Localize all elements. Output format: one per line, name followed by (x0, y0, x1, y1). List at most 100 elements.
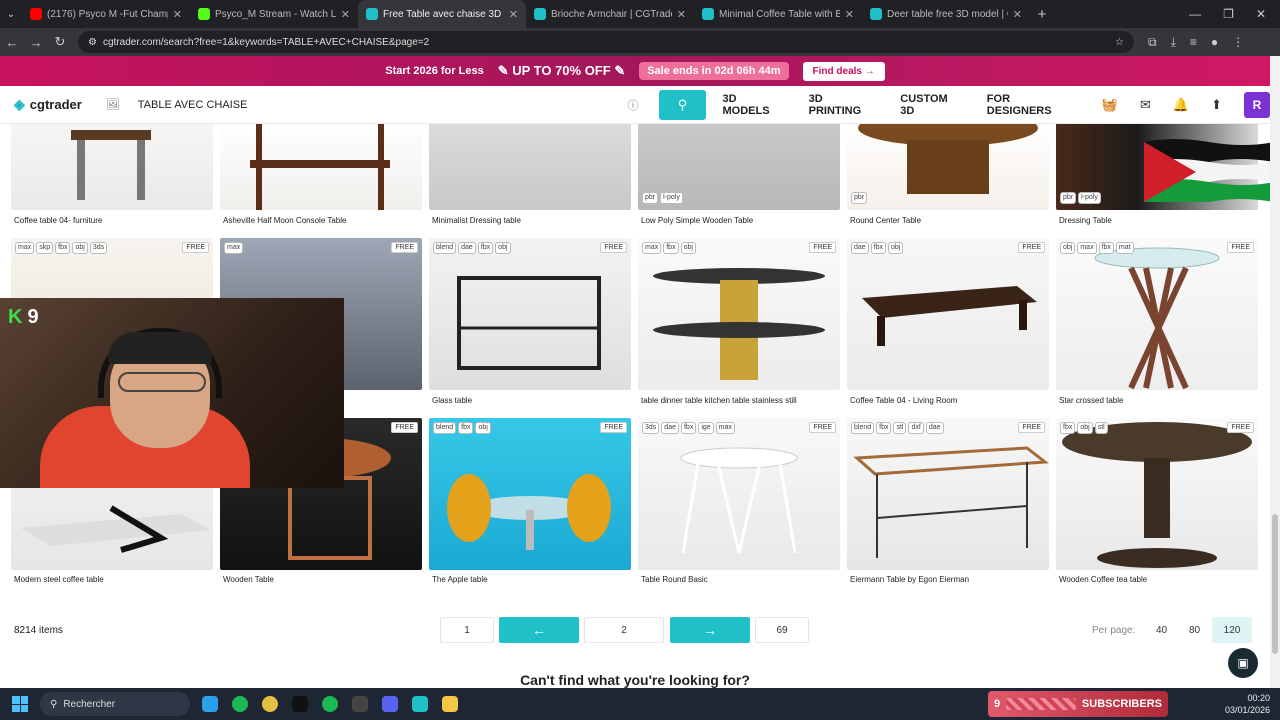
browser-tab[interactable]: (2176) Psyco M -Fut Champ ep ✕ (22, 0, 190, 28)
url-text[interactable]: cgtrader.com/search?free=1&keywords=TABL… (103, 37, 1109, 48)
app-icon[interactable] (412, 696, 428, 712)
reload-icon[interactable]: ↻ (48, 34, 72, 50)
obs-icon[interactable] (352, 696, 368, 712)
product-thumbnail[interactable] (1056, 238, 1258, 390)
nav-item[interactable]: 3D PRINTING (809, 93, 879, 117)
product-thumbnail[interactable] (429, 418, 631, 570)
basket-icon[interactable]: 🧺 (1102, 97, 1118, 113)
page-2-button[interactable]: 2 (584, 617, 664, 643)
download-icon[interactable]: ⤓ (1171, 35, 1176, 50)
product-title[interactable]: Coffee Table 04 - Living Room (850, 396, 957, 405)
page-scrollbar[interactable] (1270, 56, 1280, 688)
chat-support-icon[interactable]: ▣ (1228, 648, 1258, 678)
back-icon[interactable]: ← (0, 35, 24, 50)
browser-tab[interactable]: Minimal Coffee Table with Boo ✕ (694, 0, 862, 28)
bell-icon[interactable]: 🔔 (1173, 97, 1189, 113)
new-tab-button[interactable]: + (1030, 6, 1054, 23)
next-page-button[interactable]: → (670, 617, 750, 643)
scrollbar-thumb[interactable] (1272, 514, 1278, 654)
product-title[interactable]: Low Poly Simple Wooden Table (641, 216, 753, 225)
bookmark-star-icon[interactable]: ☆ (1115, 37, 1124, 48)
extensions-icon[interactable]: ⧉ (1148, 35, 1157, 50)
restore-icon[interactable]: ❐ (1223, 7, 1234, 21)
nav-item[interactable]: CUSTOM 3D (900, 93, 965, 117)
product-thumbnail[interactable] (11, 124, 213, 210)
browser-menu-icon[interactable]: ⋮ (1232, 35, 1244, 49)
product-thumbnail[interactable] (638, 238, 840, 390)
spotify-icon[interactable] (232, 696, 248, 712)
product-thumbnail[interactable] (1056, 418, 1258, 570)
product-thumbnail[interactable] (638, 418, 840, 570)
close-window-icon[interactable]: ✕ (1256, 7, 1266, 21)
tab-close-icon[interactable]: ✕ (173, 8, 182, 21)
tab-close-icon[interactable]: ✕ (845, 8, 854, 21)
product-title[interactable]: Glass table (432, 396, 472, 405)
tab-close-icon[interactable]: ✕ (341, 8, 350, 21)
minimize-icon[interactable]: — (1189, 7, 1201, 21)
product-title[interactable]: Wooden Coffee tea table (1059, 575, 1147, 584)
profile-icon[interactable]: ● (1211, 35, 1218, 49)
forward-icon[interactable]: → (24, 35, 48, 50)
tiktok-icon[interactable] (292, 696, 308, 712)
product-title[interactable]: Wooden Table (223, 575, 274, 584)
discord-icon[interactable] (382, 696, 398, 712)
format-badge: obj (495, 242, 511, 254)
product-title[interactable]: Modern steel coffee table (14, 575, 104, 584)
search-button[interactable]: ⚲ (658, 89, 707, 120)
per-page-40[interactable]: 40 (1156, 625, 1167, 636)
product-title[interactable]: Table Round Basic (641, 575, 708, 584)
taskbar-search[interactable]: ⚲ Rechercher (40, 692, 190, 716)
upload-icon[interactable]: ⬆ (1211, 97, 1222, 113)
nav-item[interactable]: FOR DESIGNERS (987, 93, 1078, 117)
search-input[interactable]: TABLE AVEC CHAISE (138, 99, 618, 111)
product-thumbnail[interactable] (429, 238, 631, 390)
page-1-button[interactable]: 1 (440, 617, 494, 643)
chrome-icon[interactable] (262, 696, 278, 712)
browser-tab[interactable]: Free Table avec chaise 3D Mode ✕ (358, 0, 526, 28)
tab-search-dropdown-icon[interactable]: ⌄ (0, 9, 22, 20)
file-explorer-icon[interactable] (442, 696, 458, 712)
product-title[interactable]: table dinner table kitchen table stainle… (641, 396, 797, 405)
cgtrader-logo[interactable]: ◈ cgtrader (14, 96, 82, 113)
browser-tab[interactable]: Deer table free 3D model | CG ✕ (862, 0, 1030, 28)
product-title[interactable]: The Apple table (432, 575, 488, 584)
product-title[interactable]: Star crossed table (1059, 396, 1123, 405)
product-title[interactable]: Eiermann Table by Egon Eierman (850, 575, 969, 584)
spotify-2-icon[interactable] (322, 696, 338, 712)
free-badge: FREE (1227, 422, 1254, 433)
product-title[interactable]: Coffee table 04- furniture (14, 216, 102, 225)
image-search-icon[interactable]: 🖼 (106, 98, 120, 111)
site-info-icon[interactable]: ⚙ (88, 37, 97, 48)
tab-close-icon[interactable]: ✕ (1013, 8, 1022, 21)
page-69-button[interactable]: 69 (755, 617, 809, 643)
prev-page-button[interactable]: ← (499, 617, 579, 643)
browser-tab[interactable]: Brioche Armchair | CGTrader ✕ (526, 0, 694, 28)
find-deals-button[interactable]: Find deals → (802, 61, 885, 81)
tab-close-icon[interactable]: ✕ (677, 8, 686, 21)
info-icon[interactable]: ⓘ (628, 97, 639, 113)
edge-icon[interactable] (202, 696, 218, 712)
format-badge: pbr (851, 192, 868, 204)
product-thumbnail[interactable] (847, 124, 1049, 210)
per-page-120-selected[interactable]: 120 (1212, 617, 1252, 643)
product-thumbnail[interactable] (847, 418, 1049, 570)
windows-start-icon[interactable] (12, 696, 28, 712)
reading-list-icon[interactable]: ≡ (1190, 35, 1197, 49)
browser-tab[interactable]: Psyco_M Stream - Watch Live o ✕ (190, 0, 358, 28)
user-avatar[interactable]: R (1244, 91, 1270, 118)
mail-icon[interactable]: ✉ (1140, 97, 1151, 113)
omnibox[interactable]: ⚙ cgtrader.com/search?free=1&keywords=TA… (78, 31, 1134, 53)
tab-favicon-icon (366, 8, 378, 20)
nav-item[interactable]: 3D MODELS (722, 93, 786, 117)
product-title[interactable]: Minimalist Dressing table (432, 216, 521, 225)
product-title[interactable]: Round Center Table (850, 216, 921, 225)
per-page-80[interactable]: 80 (1189, 625, 1200, 636)
product-thumbnail[interactable] (847, 238, 1049, 390)
product-thumbnail[interactable] (220, 124, 422, 210)
format-badge: obj (1060, 242, 1076, 254)
system-clock[interactable]: 00:20 03/01/2026 (1225, 692, 1270, 716)
product-title[interactable]: Asheville Half Moon Console Table (223, 216, 346, 225)
product-title[interactable]: Dressing Table (1059, 216, 1112, 225)
tab-close-icon[interactable]: ✕ (509, 8, 518, 21)
product-thumbnail[interactable] (429, 124, 631, 210)
